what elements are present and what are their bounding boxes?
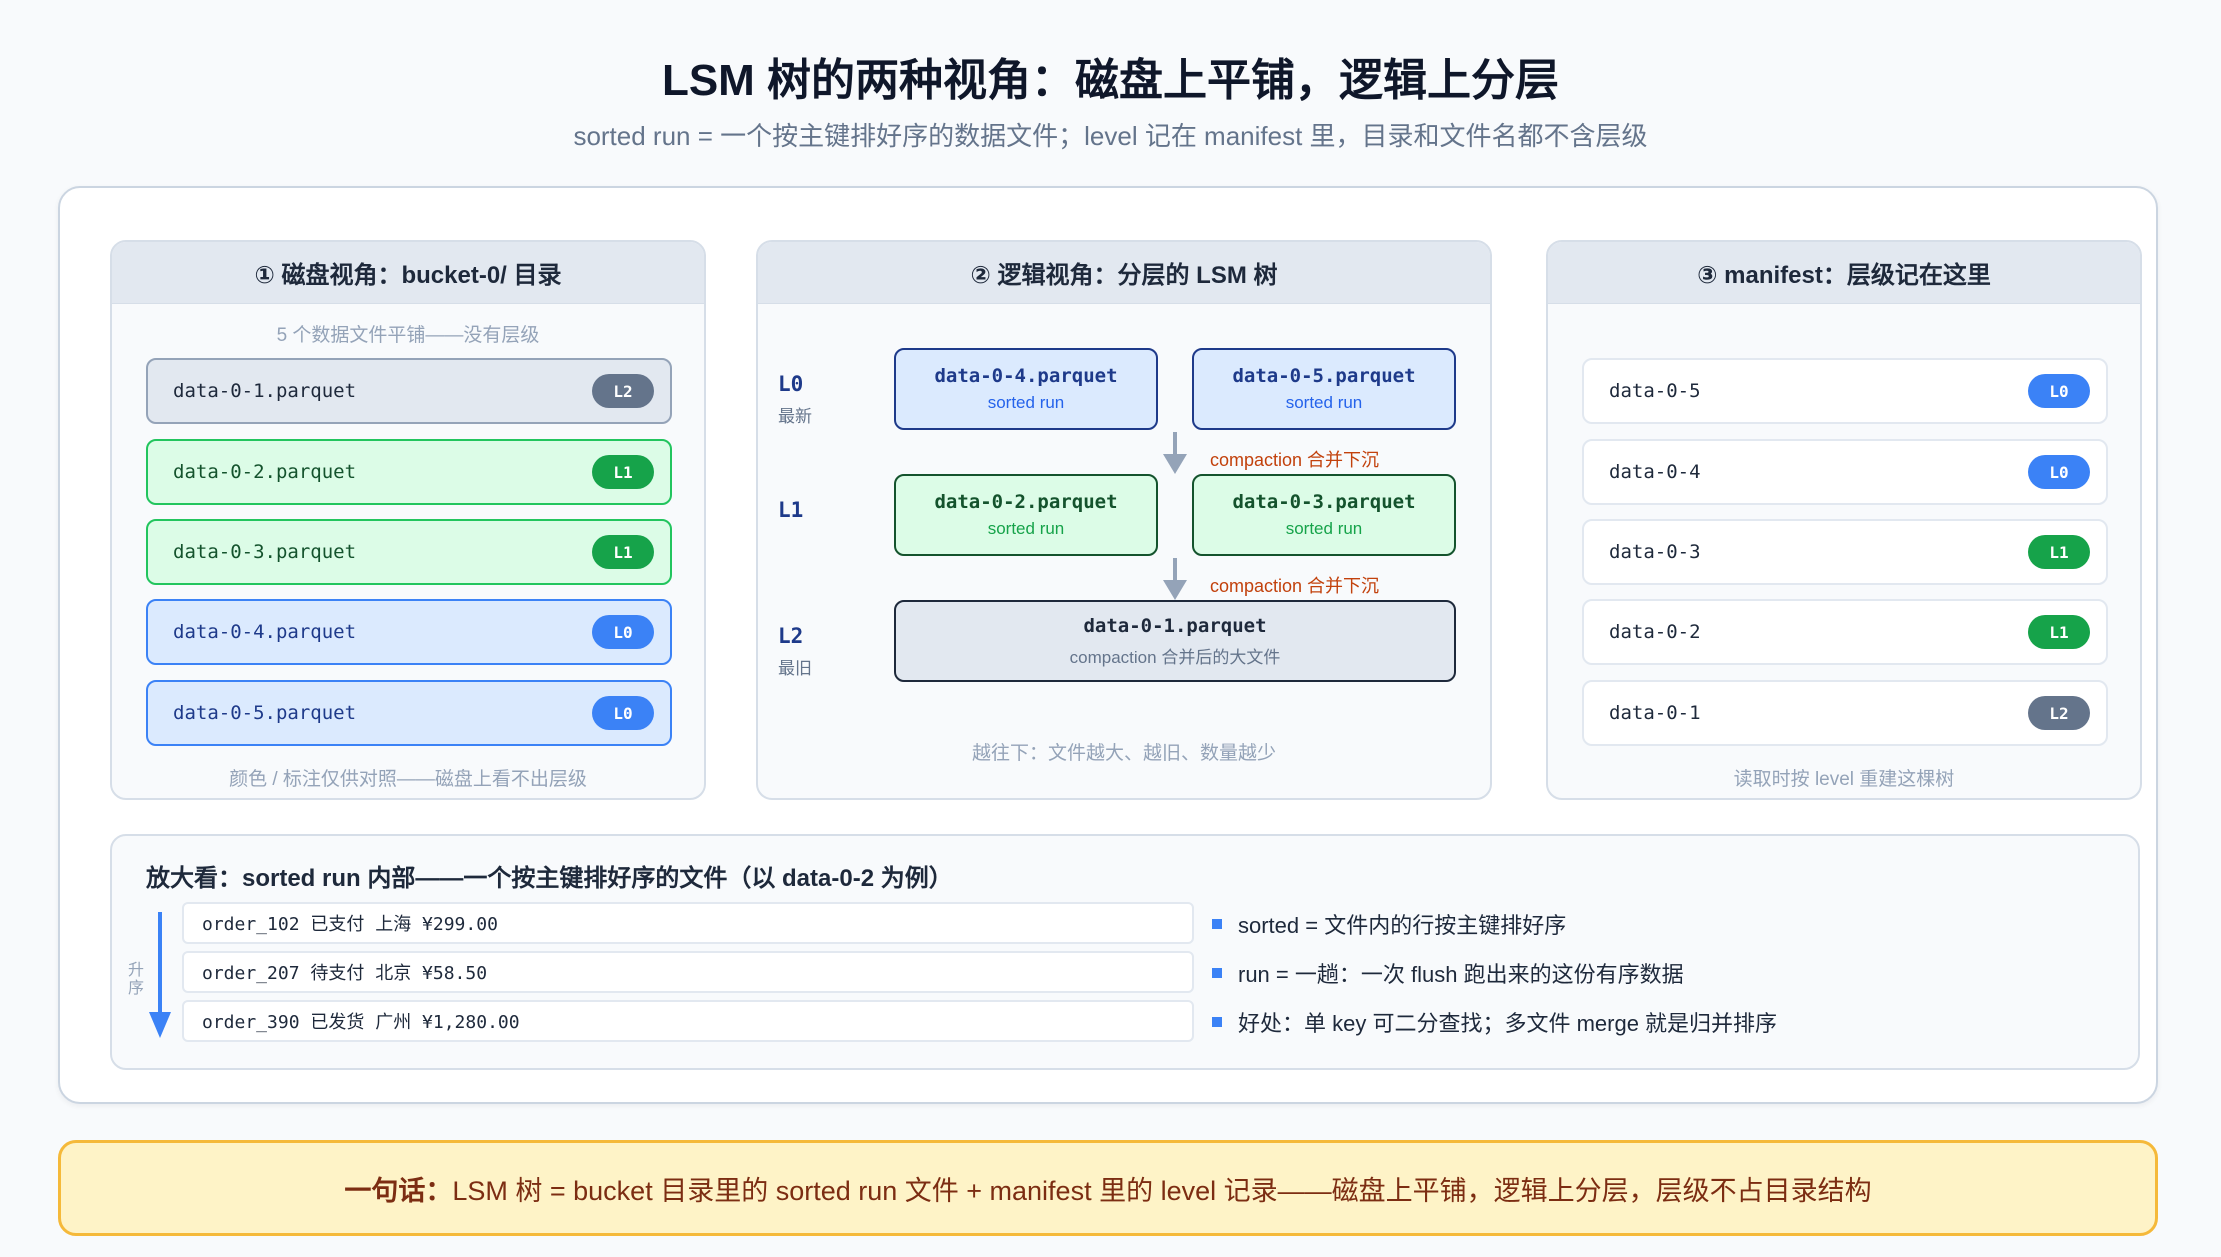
level-badge: L1 (592, 535, 654, 569)
manifest-bottom-note: 读取时按 level 重建这棵树 (1733, 769, 1955, 790)
sorted-run-box: data-0-5.parquet sorted run (1192, 348, 1456, 430)
down-arrow-icon (1163, 558, 1187, 600)
merged-file-name: data-0-1.parquet (1083, 614, 1267, 637)
zoom-title: 放大看：sorted run 内部——一个按主键排好序的文件（以 data-0-… (146, 865, 953, 892)
sorted-run-box: data-0-2.parquet sorted run (894, 474, 1158, 556)
level-badge: L0 (592, 696, 654, 730)
disk-file-row: data-0-5.parquet L0 (146, 680, 672, 746)
manifest-file-name: data-0-2 (1609, 621, 1701, 643)
bullet-item: sorted = 文件内的行按主键排好序 (1212, 908, 1566, 940)
level-badge: L2 (592, 374, 654, 408)
level-label-l1: L1 (778, 498, 804, 522)
disk-file-row: data-0-1.parquet L2 (146, 358, 672, 424)
manifest-row: data-0-5 L0 (1582, 358, 2108, 424)
disk-file-name: data-0-2.parquet (173, 461, 357, 483)
sorted-run-sub: sorted run (1285, 393, 1363, 412)
compaction-label: compaction 合并下沉 (1210, 450, 1380, 470)
merged-file-sub: compaction 合并后的大文件 (1069, 647, 1281, 667)
bullet-text: run = 一趟：一次 flush 跑出来的这份有序数据 (1238, 962, 1684, 987)
manifest-header: ③ manifest：层级记在这里 (1548, 242, 2140, 304)
compaction-label: compaction 合并下沉 (1210, 576, 1380, 596)
order-row: order_207 待支付 北京 ¥58.50 (182, 951, 1194, 993)
manifest-row: data-0-4 L0 (1582, 439, 2108, 505)
sorted-run-sub: sorted run (1285, 519, 1363, 538)
manifest-panel: ③ manifest：层级记在这里 data-0-5 L0 data-0-4 L… (1546, 240, 2142, 800)
manifest-file-name: data-0-5 (1609, 380, 1701, 402)
level-label-l2: L2 (778, 624, 804, 648)
disk-file-row: data-0-2.parquet L1 (146, 439, 672, 505)
level-sub-l2: 最旧 (778, 659, 812, 678)
sorted-run-sub: sorted run (987, 393, 1065, 412)
sorted-run-name: data-0-2.parquet (934, 491, 1118, 513)
summary-banner: 一句话： LSM 树 = bucket 目录里的 sorted run 文件 +… (58, 1140, 2158, 1236)
disk-bottom-note: 颜色 / 标注仅供对照——磁盘上看不出层级 (229, 769, 587, 790)
disk-file-row: data-0-4.parquet L0 (146, 599, 672, 665)
manifest-file-name: data-0-1 (1609, 702, 1701, 724)
manifest-row: data-0-1 L2 (1582, 680, 2108, 746)
disk-file-name: data-0-3.parquet (173, 541, 357, 563)
summary-text: LSM 树 = bucket 目录里的 sorted run 文件 + mani… (452, 1175, 1872, 1206)
ascending-arrow-icon (149, 912, 171, 1038)
down-arrow-icon (1163, 432, 1187, 474)
bullet-item: run = 一趟：一次 flush 跑出来的这份有序数据 (1212, 957, 1684, 989)
merged-file-box: data-0-1.parquet compaction 合并后的大文件 (894, 600, 1456, 682)
sorted-run-box: data-0-4.parquet sorted run (894, 348, 1158, 430)
bullet-text: 好处：单 key 可二分查找；多文件 merge 就是归并排序 (1238, 1011, 1778, 1036)
level-badge: L0 (2028, 455, 2090, 489)
bullet-square-icon (1212, 1017, 1222, 1027)
sorted-run-name: data-0-4.parquet (934, 365, 1118, 387)
level-badge: L1 (592, 455, 654, 489)
summary-lead: 一句话： (344, 1175, 453, 1206)
bullet-square-icon (1212, 968, 1222, 978)
sorted-run-sub: sorted run (987, 519, 1065, 538)
manifest-file-name: data-0-3 (1609, 541, 1701, 563)
disk-top-note: 5 个数据文件平铺——没有层级 (276, 325, 540, 346)
level-badge: L0 (2028, 374, 2090, 408)
level-badge: L1 (2028, 535, 2090, 569)
ascending-label: 升序 (127, 962, 144, 997)
level-badge: L0 (592, 615, 654, 649)
sorted-run-box: data-0-3.parquet sorted run (1192, 474, 1456, 556)
disk-view-panel: ① 磁盘视角：bucket-0/ 目录 5 个数据文件平铺——没有层级 data… (110, 240, 706, 800)
level-sub-l0: 最新 (778, 407, 812, 426)
manifest-row: data-0-2 L1 (1582, 599, 2108, 665)
disk-file-row: data-0-3.parquet L1 (146, 519, 672, 585)
level-label-l0: L0 (778, 372, 804, 396)
bullet-item: 好处：单 key 可二分查找；多文件 merge 就是归并排序 (1212, 1006, 1777, 1038)
logical-view-panel: ② 逻辑视角：分层的 LSM 树 L0 最新 L1 L2 最旧 data-0-4… (756, 240, 1492, 800)
disk-file-name: data-0-1.parquet (173, 380, 357, 402)
bullet-text: sorted = 文件内的行按主键排好序 (1238, 913, 1567, 938)
disk-file-name: data-0-5.parquet (173, 702, 357, 724)
manifest-row: data-0-3 L1 (1582, 519, 2108, 585)
level-badge: L1 (2028, 615, 2090, 649)
sorted-run-name: data-0-3.parquet (1232, 491, 1416, 513)
manifest-file-name: data-0-4 (1609, 461, 1701, 483)
order-row: order_102 已支付 上海 ¥299.00 (182, 902, 1194, 944)
page-subtitle: sorted run = 一个按主键排好序的数据文件；level 记在 mani… (573, 121, 1648, 151)
disk-view-header: ① 磁盘视角：bucket-0/ 目录 (112, 242, 704, 304)
page-title: LSM 树的两种视角：磁盘上平铺，逻辑上分层 (661, 56, 1560, 105)
logical-bottom-note: 越往下：文件越大、越旧、数量越少 (971, 743, 1276, 764)
bullet-square-icon (1212, 919, 1222, 929)
order-row: order_390 已发货 广州 ¥1,280.00 (182, 1000, 1194, 1042)
sorted-run-zoom-panel: 放大看：sorted run 内部——一个按主键排好序的文件（以 data-0-… (110, 834, 2140, 1070)
disk-file-name: data-0-4.parquet (173, 621, 357, 643)
logical-view-header: ② 逻辑视角：分层的 LSM 树 (758, 242, 1490, 304)
level-badge: L2 (2028, 696, 2090, 730)
sorted-run-name: data-0-5.parquet (1232, 365, 1416, 387)
